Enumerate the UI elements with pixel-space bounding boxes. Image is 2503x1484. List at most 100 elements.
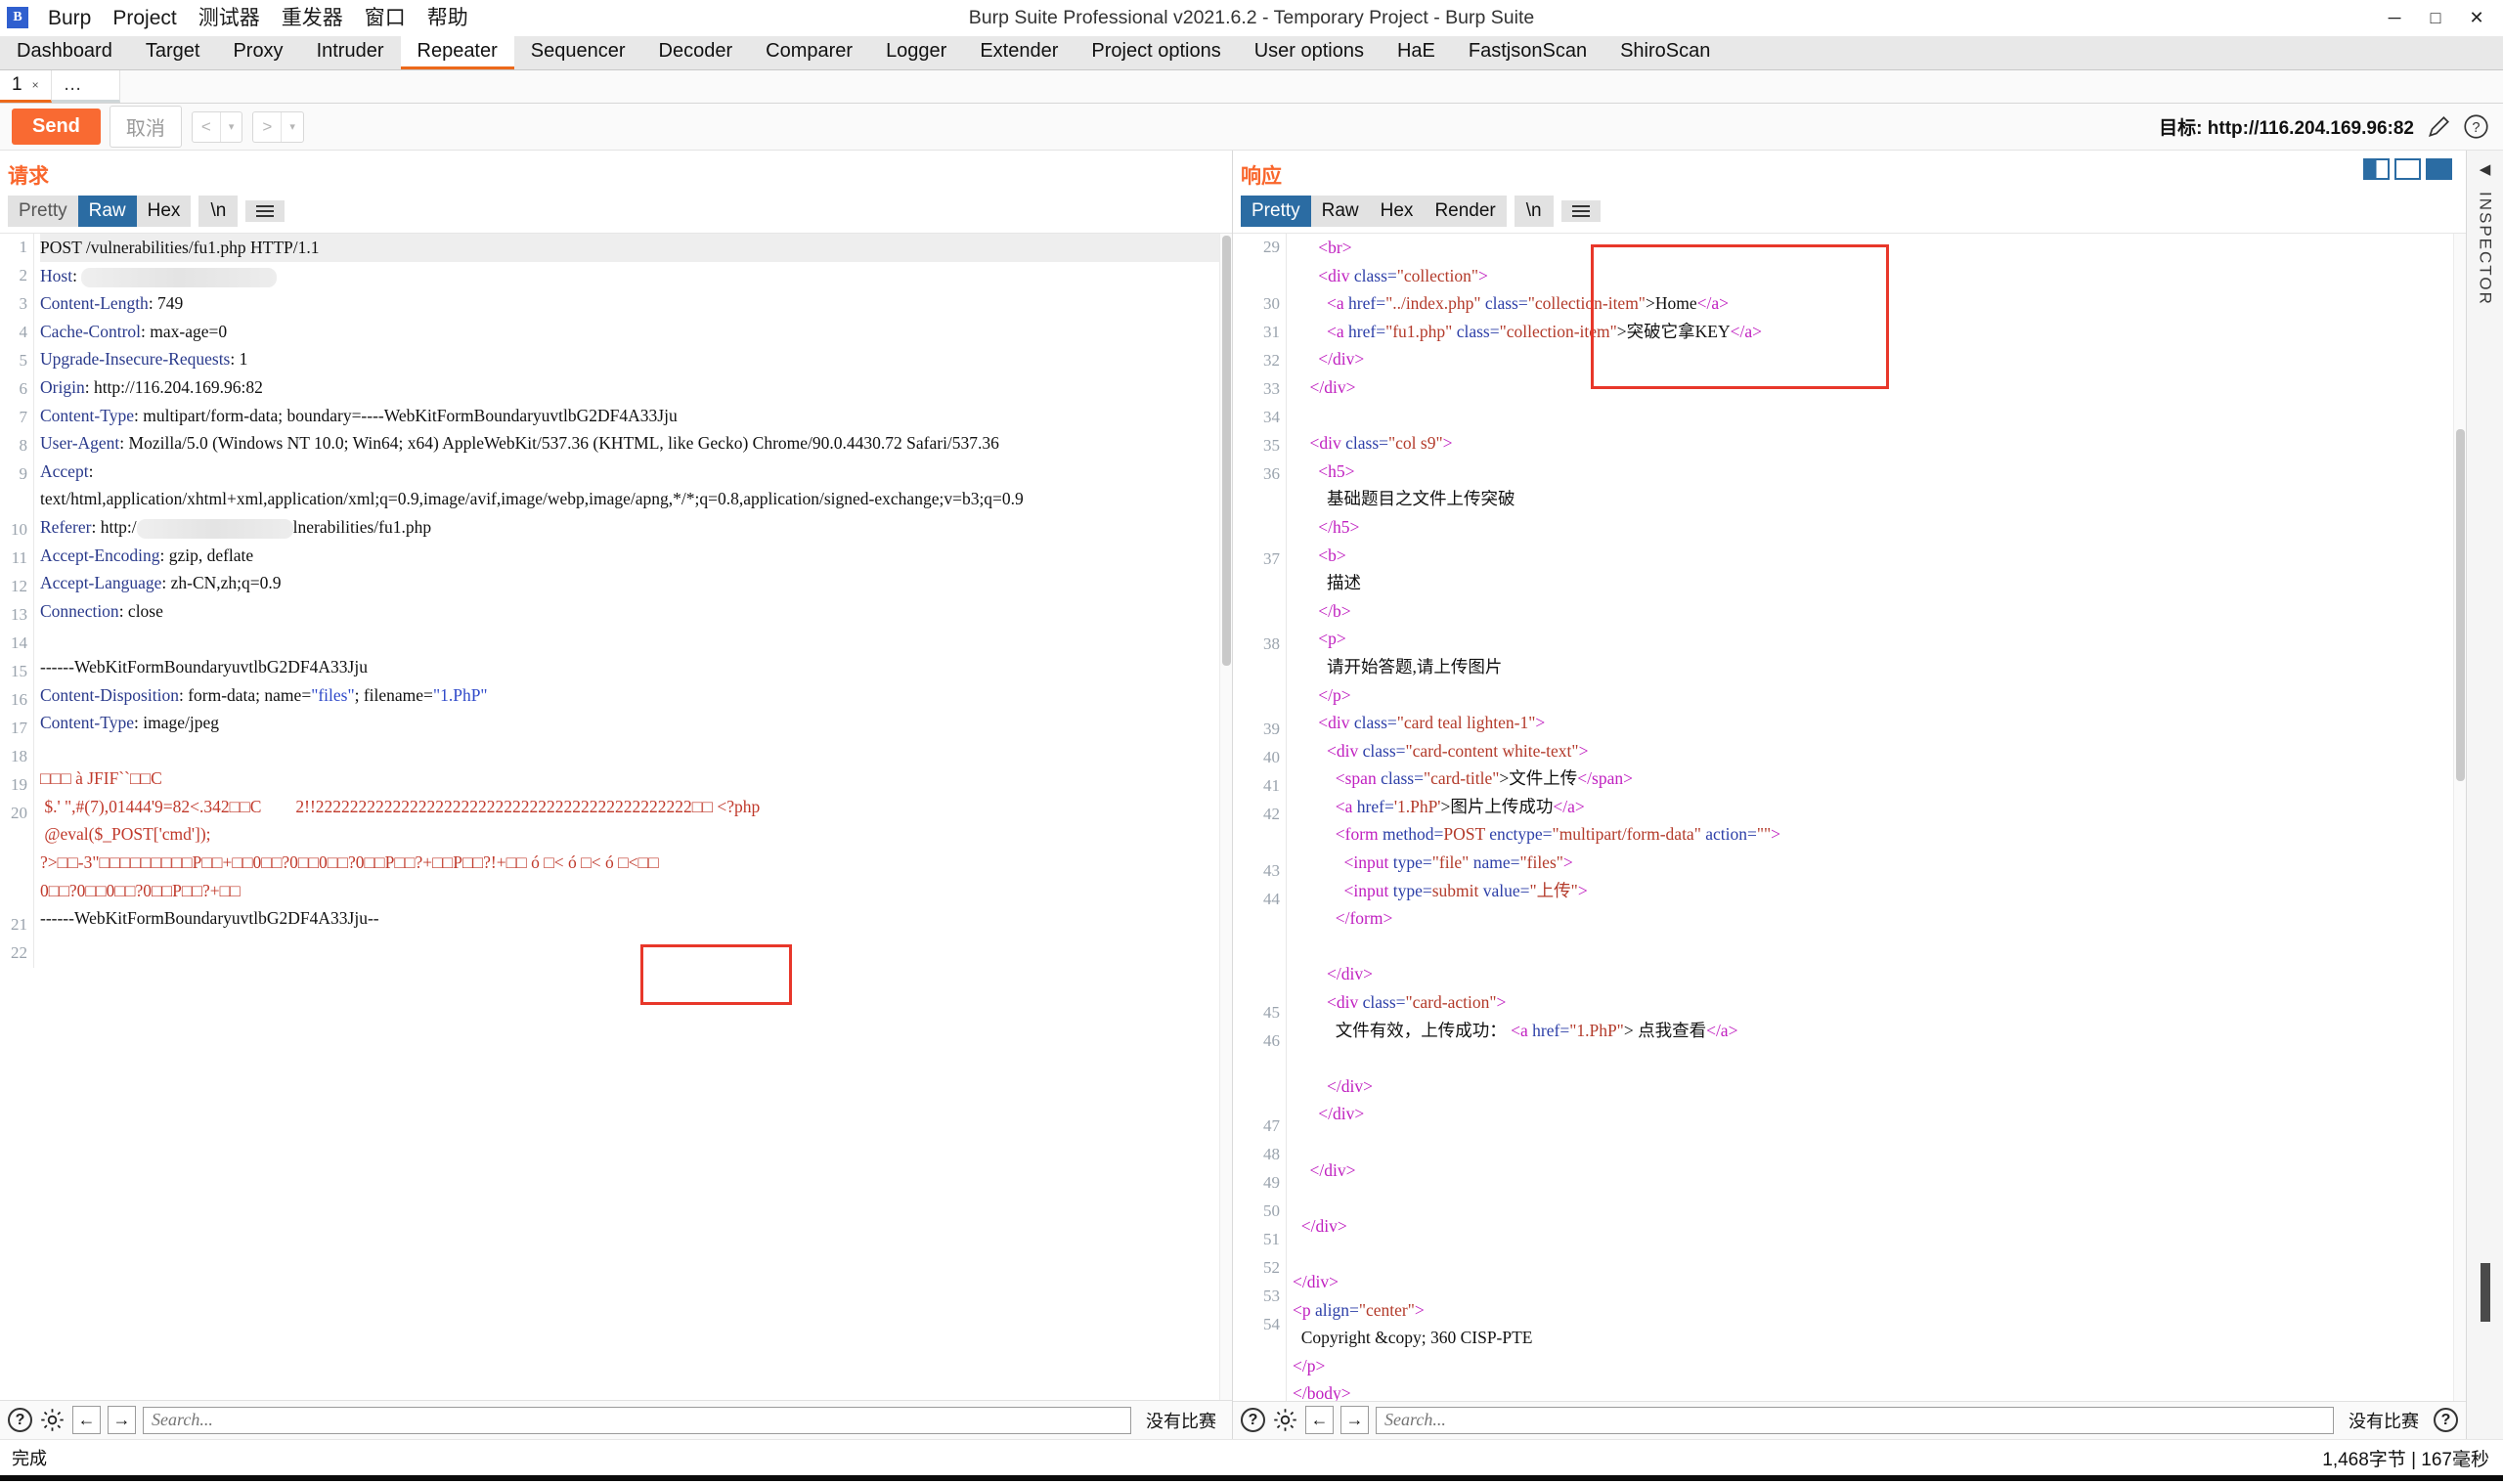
request-tab-pretty[interactable]: Pretty	[8, 196, 78, 227]
layout-split-vertical-icon[interactable]	[2363, 158, 2390, 180]
request-scrollbar[interactable]	[1219, 234, 1232, 1400]
redacted-value	[81, 267, 278, 287]
response-search-input[interactable]	[1376, 1406, 2334, 1434]
help-icon[interactable]: ?	[2463, 113, 2489, 140]
tab-target[interactable]: Target	[129, 36, 217, 69]
menu-item-project[interactable]: Project	[102, 0, 187, 36]
forward-dropdown-caret-icon[interactable]: ▾	[282, 112, 303, 142]
menu-item-tester[interactable]: 测试器	[188, 0, 271, 36]
menu-item-window[interactable]: 窗口	[354, 0, 417, 36]
tab-shiroscan[interactable]: ShiroScan	[1603, 36, 1727, 69]
cancel-button[interactable]: 取消	[109, 106, 182, 148]
tab-logger[interactable]: Logger	[869, 36, 963, 69]
minimize-icon[interactable]: ─	[2374, 1, 2415, 34]
code-token: lnerabilities/fu1.php	[292, 516, 432, 537]
tab-repeater[interactable]: Repeater	[400, 36, 514, 69]
request-tab-raw[interactable]: Raw	[77, 196, 137, 227]
request-editor[interactable]: 1 2 3 4 5 6 7 8 9 10 11 12 13 14 15 16 17 18 19 20 21 22 POST…	[0, 233, 1232, 1400]
response-tab-newline[interactable]: \n	[1514, 196, 1554, 227]
request-tab-newline[interactable]: \n	[198, 196, 239, 227]
layout-single-icon[interactable]	[2426, 158, 2452, 180]
code-line: <div class="card-content white-text">	[1293, 737, 2466, 765]
pencil-icon[interactable]	[2426, 114, 2451, 140]
tab-user-options[interactable]: User options	[1238, 36, 1381, 69]
response-tab-hex[interactable]: Hex	[1369, 196, 1425, 227]
gear-icon[interactable]	[39, 1407, 66, 1433]
tab-dashboard[interactable]: Dashboard	[0, 36, 129, 69]
back-dropdown-caret-icon[interactable]: ▾	[221, 112, 242, 142]
request-search-input[interactable]	[143, 1406, 1131, 1434]
tab-sequencer[interactable]: Sequencer	[514, 36, 642, 69]
find-next-button[interactable]: →	[108, 1406, 136, 1434]
tab-comparer[interactable]: Comparer	[749, 36, 869, 69]
code-token: : zh-CN,zh;q=0.9	[161, 573, 282, 593]
repeater-tab-label: 1	[12, 74, 22, 95]
forward-nav-group[interactable]: > ▾	[252, 110, 304, 143]
help-icon-trailing[interactable]: ?	[2434, 1408, 2458, 1433]
code-token: "1.PhP"	[432, 684, 488, 705]
inspector-drag-handle[interactable]	[2480, 1263, 2490, 1322]
menu-item-help[interactable]: 帮助	[417, 0, 479, 36]
request-menu-icon[interactable]	[245, 200, 285, 222]
tab-intruder[interactable]: Intruder	[300, 36, 401, 69]
help-icon[interactable]: ?	[1241, 1408, 1265, 1433]
response-tab-pretty[interactable]: Pretty	[1241, 196, 1311, 227]
line-number: 1	[19, 238, 28, 256]
code-token: </b>	[1318, 600, 1351, 621]
repeater-tab-close-icon[interactable]: ×	[32, 78, 39, 92]
response-menu-icon[interactable]	[1560, 200, 1601, 222]
maximize-icon[interactable]: □	[2415, 1, 2456, 34]
tab-extender[interactable]: Extender	[963, 36, 1075, 69]
menu-item-burp[interactable]: Burp	[37, 0, 102, 36]
forward-arrow-icon[interactable]: >	[253, 112, 281, 142]
tab-fastjsonscan[interactable]: FastjsonScan	[1452, 36, 1603, 69]
response-scrollbar[interactable]	[2453, 234, 2466, 1401]
chevron-left-icon[interactable]: ◀	[2480, 160, 2491, 178]
find-prev-button[interactable]: ←	[72, 1406, 101, 1434]
request-panel-title: 请求	[8, 165, 49, 188]
code-token: Origin	[40, 376, 85, 397]
response-tab-render[interactable]: Render	[1424, 196, 1507, 227]
back-arrow-icon[interactable]: <	[193, 112, 220, 142]
back-nav-group[interactable]: < ▾	[191, 110, 243, 143]
layout-split-horizontal-icon[interactable]	[2394, 158, 2421, 180]
response-tab-raw[interactable]: Raw	[1310, 196, 1370, 227]
code-line: □□□ à JFIF``□□C	[40, 764, 1232, 793]
code-token: : 1	[230, 349, 248, 370]
line-number: 47	[1263, 1116, 1280, 1135]
request-body-text[interactable]: POST /vulnerabilities/fu1.php HTTP/1.1 Ho…	[33, 234, 1232, 968]
line-number: 39	[1263, 720, 1280, 738]
response-body-text[interactable]: <br> <div class="collection"> <a href=".…	[1286, 234, 2466, 1401]
tab-hae[interactable]: HaE	[1381, 36, 1452, 69]
code-token: ------WebKitFormBoundaryuvtlbG2DF4A33Jju	[40, 656, 368, 677]
code-token: <h5>	[1318, 460, 1355, 481]
response-editor[interactable]: 29 30 31 32 33 34 35 36 37 38 39 40 41 42 43 44 45 46 47 48…	[1233, 233, 2466, 1401]
line-number: 31	[1263, 323, 1280, 341]
menu-item-repeater[interactable]: 重发器	[271, 0, 354, 36]
tab-proxy[interactable]: Proxy	[216, 36, 299, 69]
line-number: 19	[11, 775, 27, 794]
response-scrollbar-thumb[interactable]	[2456, 429, 2465, 781]
status-text: 完成	[12, 1449, 47, 1468]
tab-project-options[interactable]: Project options	[1075, 36, 1237, 69]
code-token: <a	[1327, 321, 1349, 341]
repeater-tab-1[interactable]: 1 ×	[0, 70, 52, 103]
close-icon[interactable]: ✕	[2456, 1, 2497, 34]
find-prev-button[interactable]: ←	[1305, 1406, 1334, 1435]
help-icon[interactable]: ?	[8, 1408, 32, 1432]
send-button[interactable]: Send	[12, 109, 101, 145]
tab-decoder[interactable]: Decoder	[642, 36, 750, 69]
code-token: <div	[1318, 713, 1354, 733]
code-line: </h5>	[1293, 513, 2466, 542]
request-tab-hex[interactable]: Hex	[136, 196, 192, 227]
gear-icon[interactable]	[1272, 1407, 1298, 1433]
find-next-button[interactable]: →	[1340, 1406, 1369, 1435]
request-scrollbar-thumb[interactable]	[1222, 236, 1231, 666]
line-number: 22	[11, 943, 27, 962]
inspector-rail[interactable]: ◀ INSPECTOR	[2466, 151, 2503, 1439]
code-token: href=	[1356, 796, 1394, 816]
repeater-tab-new[interactable]: …	[51, 70, 120, 103]
